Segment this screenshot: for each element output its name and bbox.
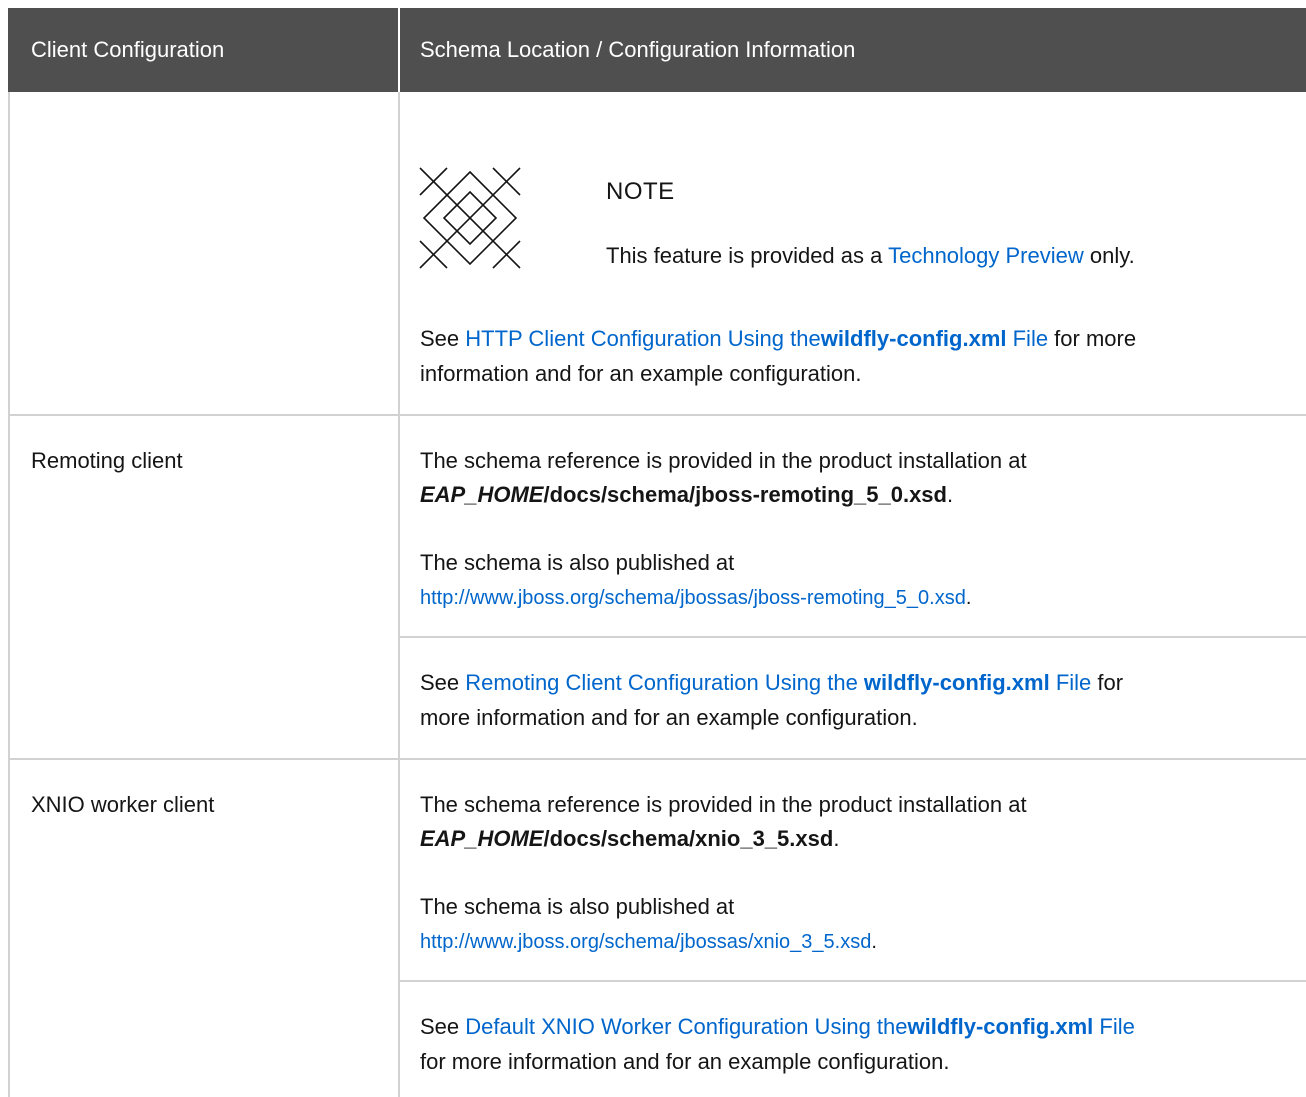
- note-suffix: only.: [1083, 243, 1135, 268]
- see-prefix: See: [420, 670, 466, 695]
- remoting-pub-line-2: http://www.jboss.org/schema/jbossas/jbos…: [420, 582, 971, 614]
- period: .: [833, 826, 840, 851]
- link-code: wildfly-config.xml: [863, 670, 1050, 695]
- note-text: This feature is provided as a Technology…: [606, 240, 1135, 272]
- http-see-line-2: information and for an example configura…: [420, 361, 862, 386]
- remoting-see-line-1: See Remoting Client Configuration Using …: [420, 667, 1123, 699]
- column-divider: [398, 92, 400, 1097]
- period: .: [871, 931, 877, 953]
- http-see-line-1: See HTTP Client Configuration Using thew…: [420, 323, 1136, 355]
- xnio-schema-link[interactable]: http://www.jboss.org/schema/jbossas/xnio…: [420, 931, 871, 953]
- xnio-see-line-1: See Default XNIO Worker Configuration Us…: [420, 1011, 1135, 1043]
- xnio-see-line-2: for more information and for an example …: [420, 1049, 950, 1074]
- link-text-post: File: [1093, 1014, 1135, 1039]
- eap-home-code: EAP_HOME: [420, 826, 544, 851]
- note-prefix: This feature is provided as a: [606, 243, 889, 268]
- link-text: Default XNIO Worker Configuration Using …: [465, 1014, 908, 1039]
- xnio-ref-line-1: The schema reference is provided in the …: [420, 792, 1027, 817]
- row-divider-remoting: [8, 758, 1306, 760]
- schema-path-code: /docs/schema/jboss-remoting_5_0.xsd: [543, 482, 947, 507]
- row-divider-http: [8, 414, 1306, 416]
- xnio-worker-client-label: XNIO worker client: [31, 792, 215, 817]
- see-prefix: See: [420, 1014, 466, 1039]
- remoting-schema-link[interactable]: http://www.jboss.org/schema/jbossas/jbos…: [420, 587, 966, 609]
- period: .: [965, 587, 972, 609]
- header-schema-location: Schema Location / Configuration Informat…: [420, 37, 856, 62]
- remoting-client-config-link[interactable]: Remoting Client Configuration Using the …: [465, 670, 1091, 695]
- link-code: wildfly-config.xml: [820, 326, 1007, 351]
- remoting-ref-line-2: EAP_HOME/docs/schema/jboss-remoting_5_0.…: [420, 479, 953, 511]
- technology-preview-link[interactable]: Technology Preview: [888, 243, 1084, 268]
- remoting-pub-line-1: The schema is also published at: [420, 550, 735, 575]
- link-code: wildfly-config.xml: [907, 1014, 1094, 1039]
- header-client-configuration: Client Configuration: [31, 37, 225, 62]
- xnio-pub-line-1: The schema is also published at: [420, 894, 735, 919]
- left-border: [8, 92, 10, 1097]
- note-title: NOTE: [606, 178, 675, 205]
- link-text-post: File: [1006, 326, 1049, 351]
- remoting-client-label: Remoting client: [31, 448, 183, 473]
- see-suffix: for: [1091, 670, 1124, 695]
- subrow-divider-remoting: [400, 636, 1306, 638]
- eap-home-code: EAP_HOME: [420, 482, 544, 507]
- link-text-post: File: [1049, 670, 1092, 695]
- header-divider: [398, 8, 400, 92]
- link-text: HTTP Client Configuration Using the: [465, 326, 821, 351]
- http-client-config-link[interactable]: HTTP Client Configuration Using thewildf…: [465, 326, 1048, 351]
- schema-path-code: /docs/schema/xnio_3_5.xsd: [543, 826, 834, 851]
- period: .: [946, 482, 954, 507]
- see-prefix: See: [420, 326, 466, 351]
- remoting-ref-line-1: The schema reference is provided in the …: [420, 448, 1027, 473]
- subrow-divider-xnio: [400, 980, 1306, 982]
- remoting-see-line-2: more information and for an example conf…: [420, 705, 918, 730]
- see-suffix: for more: [1048, 326, 1137, 351]
- config-table: Client Configuration Schema Location / C…: [0, 0, 1306, 1097]
- xnio-ref-line-2: EAP_HOME/docs/schema/xnio_3_5.xsd.: [420, 823, 839, 855]
- xnio-pub-line-2: http://www.jboss.org/schema/jbossas/xnio…: [420, 926, 877, 958]
- note-icon: [419, 167, 521, 269]
- link-text: Remoting Client Configuration Using the: [465, 670, 864, 695]
- xnio-worker-config-link[interactable]: Default XNIO Worker Configuration Using …: [465, 1014, 1135, 1039]
